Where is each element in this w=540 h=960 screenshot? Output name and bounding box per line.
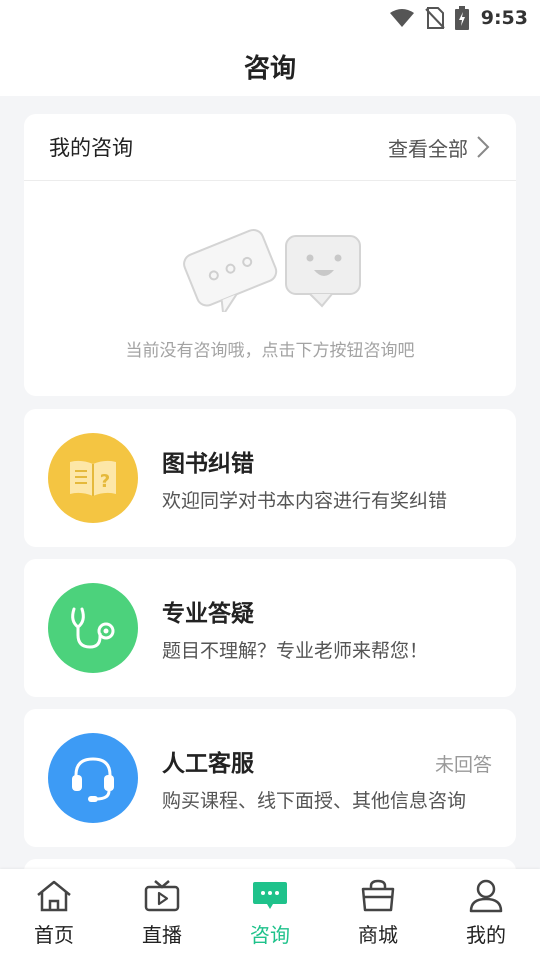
customer-service-icon-circle bbox=[48, 733, 138, 823]
tab-live-label: 直播 bbox=[142, 923, 182, 947]
status-bar: 9:53 bbox=[0, 0, 540, 36]
book-errata-texts: 图书纠错 欢迎同学对书本内容进行有奖纠错 bbox=[162, 444, 516, 513]
tab-mine-label: 我的 bbox=[466, 923, 506, 947]
tab-mall-label: 商城 bbox=[358, 923, 398, 947]
professional-qa-icon-circle bbox=[48, 583, 138, 673]
tab-mine[interactable]: 我的 bbox=[432, 869, 540, 960]
my-consult-title: 我的咨询 bbox=[49, 136, 133, 160]
person-icon bbox=[469, 879, 503, 913]
tab-mall[interactable]: 商城 bbox=[324, 869, 432, 960]
chevron-right-icon bbox=[477, 136, 490, 158]
tab-home-label: 首页 bbox=[34, 923, 74, 947]
chat-icon bbox=[253, 882, 287, 909]
customer-service-desc: 购买课程、线下面授、其他信息咨询 bbox=[162, 789, 467, 812]
tab-consult[interactable]: 咨询 bbox=[216, 869, 324, 960]
empty-chat-illustration-icon bbox=[183, 228, 361, 312]
tab-consult-label: 咨询 bbox=[250, 923, 290, 947]
shopping-bag-icon bbox=[361, 879, 395, 912]
wifi-icon bbox=[389, 9, 414, 27]
headset-icon bbox=[72, 757, 114, 802]
my-consult-header: 我的咨询 查看全部 bbox=[24, 114, 516, 181]
professional-qa-desc: 题目不理解？专业老师来帮您！ bbox=[162, 639, 429, 662]
professional-qa-texts: 专业答疑 题目不理解？专业老师来帮您！ bbox=[162, 594, 516, 663]
status-icons: 9:53 bbox=[389, 4, 528, 32]
view-all-link[interactable]: 查看全部 bbox=[388, 133, 490, 162]
book-errata-title: 图书纠错 bbox=[162, 450, 254, 477]
view-all-label: 查看全部 bbox=[388, 136, 468, 161]
empty-hint-text: 当前没有咨询哦，点击下方按钮咨询吧 bbox=[125, 341, 415, 361]
tv-icon bbox=[144, 880, 180, 912]
customer-service-texts: 人工客服 未回答 购买课程、线下面授、其他信息咨询 bbox=[162, 744, 516, 813]
professional-qa-title: 专业答疑 bbox=[162, 600, 254, 627]
customer-service-card[interactable]: 人工客服 未回答 购买课程、线下面授、其他信息咨询 bbox=[24, 709, 516, 847]
book-errata-icon-circle: ? bbox=[48, 433, 138, 523]
book-errata-desc: 欢迎同学对书本内容进行有奖纠错 bbox=[162, 489, 448, 512]
status-badge: 未回答 bbox=[434, 753, 492, 776]
professional-qa-card[interactable]: 专业答疑 题目不理解？专业老师来帮您！ bbox=[24, 559, 516, 697]
page-title: 咨询 bbox=[243, 53, 296, 84]
stethoscope-icon bbox=[71, 607, 115, 649]
header: 咨询 bbox=[0, 36, 540, 96]
book-icon: ? bbox=[70, 460, 116, 496]
tab-home[interactable]: 首页 bbox=[0, 869, 108, 960]
status-time: 9:53 bbox=[480, 7, 528, 29]
my-consult-card: 我的咨询 查看全部 当前没有咨询哦，点击下方按钮咨询吧 bbox=[24, 114, 516, 396]
home-icon bbox=[37, 880, 71, 912]
customer-service-title-row: 人工客服 未回答 bbox=[162, 744, 492, 778]
book-errata-card[interactable]: ? 图书纠错 欢迎同学对书本内容进行有奖纠错 bbox=[24, 409, 516, 547]
svg-text:?: ? bbox=[100, 471, 110, 492]
customer-service-title: 人工客服 bbox=[162, 750, 254, 777]
tab-live[interactable]: 直播 bbox=[108, 869, 216, 960]
bottom-tab-bar: 首页 直播 咨询 商城 我的 bbox=[0, 869, 540, 960]
battery-icon bbox=[454, 6, 469, 30]
no-sim-icon bbox=[425, 7, 445, 29]
